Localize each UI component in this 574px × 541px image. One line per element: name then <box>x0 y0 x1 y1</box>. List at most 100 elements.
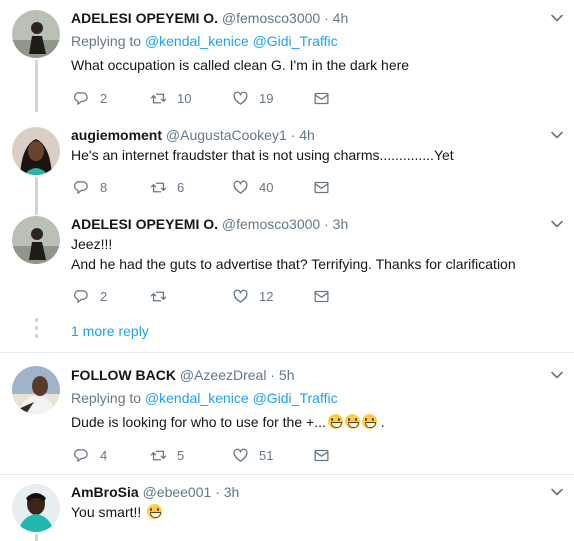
retweet-button[interactable]: 6 <box>150 177 184 197</box>
tweet-header: ADELESI OPEYEMI O. @femosco3000 · 3h <box>71 215 348 233</box>
envelope-icon <box>314 449 329 461</box>
tweet-text-row: Dude is looking for who to use for the +… <box>71 413 385 431</box>
user-handle[interactable]: @AzeezDreal <box>180 367 267 383</box>
tweet-header: ADELESI OPEYEMI O. @femosco3000 · 4h <box>71 9 348 27</box>
separator-dot: · <box>270 367 276 383</box>
reply-count: 2 <box>100 90 108 106</box>
grinning-emoji-icon <box>344 414 360 429</box>
direct-message-button[interactable] <box>313 445 330 465</box>
timestamp[interactable]: 4h <box>333 10 349 26</box>
tweet-text: Dude is looking for who to use for the +… <box>71 414 326 430</box>
reply-count: 4 <box>100 447 108 463</box>
retweet-icon <box>150 450 167 460</box>
reply-count: 2 <box>100 288 108 304</box>
heart-icon <box>233 289 248 303</box>
retweet-count: 6 <box>177 179 185 195</box>
retweet-icon <box>150 182 167 192</box>
chevron-down-icon[interactable] <box>550 217 564 231</box>
direct-message-button[interactable] <box>313 88 330 108</box>
display-name[interactable]: augiemoment <box>71 127 162 143</box>
reply-button[interactable]: 2 <box>73 88 107 108</box>
retweet-button[interactable]: 10 <box>150 88 191 108</box>
separator-dot: · <box>215 484 220 500</box>
timestamp[interactable]: 4h <box>299 127 315 143</box>
reply-icon <box>74 91 88 105</box>
user-handle[interactable]: @femosco3000 <box>222 10 320 26</box>
chevron-down-icon[interactable] <box>550 485 564 499</box>
like-button[interactable]: 51 <box>232 445 273 465</box>
show-more-replies-link[interactable]: 1 more reply <box>71 322 149 340</box>
replying-to: Replying to @kendal_kenice @Gidi_Traffic <box>71 32 338 50</box>
chevron-down-icon[interactable] <box>550 128 564 142</box>
reply-button[interactable]: 4 <box>73 445 107 465</box>
tweet-text: What occupation is called clean G. I'm i… <box>71 57 410 73</box>
replying-to: Replying to @kendal_kenice @Gidi_Traffic <box>71 389 338 407</box>
tweet-actions: 8 6 40 <box>71 177 341 197</box>
like-button[interactable]: 12 <box>232 286 273 306</box>
reply-count: 8 <box>100 179 108 195</box>
reply-icon <box>74 289 88 303</box>
like-button[interactable]: 40 <box>232 177 273 197</box>
timestamp[interactable]: 3h <box>224 484 240 500</box>
timestamp[interactable]: 5h <box>279 367 295 383</box>
heart-icon <box>233 180 248 194</box>
user-handle[interactable]: @femosco3000 <box>222 216 320 232</box>
divider <box>0 474 574 475</box>
grinning-emoji-icon <box>147 504 163 519</box>
tweet-header: augiemoment @AugustaCookey1 · 4h <box>71 126 315 144</box>
avatar[interactable] <box>12 10 60 58</box>
display-name[interactable]: ADELESI OPEYEMI O. <box>71 216 218 232</box>
direct-message-button[interactable] <box>313 286 330 306</box>
mention-link[interactable]: @Gidi_Traffic <box>253 33 338 49</box>
separator-dot: · <box>324 216 329 232</box>
thread-line <box>35 60 38 112</box>
tweet-actions: 2 12 <box>71 286 341 306</box>
tweet-text: He's an internet fraudster that is not u… <box>71 147 454 163</box>
separator-dot: · <box>324 10 329 26</box>
heart-icon <box>233 91 248 105</box>
replying-to-label: Replying to <box>71 390 142 406</box>
mention-link[interactable]: @Gidi_Traffic <box>253 390 338 406</box>
like-count: 12 <box>259 288 274 304</box>
tweet-header: AmBroSia @ebee001 · 3h <box>71 483 239 501</box>
thread-line <box>35 177 38 215</box>
like-count: 40 <box>259 179 274 195</box>
timestamp[interactable]: 3h <box>333 216 349 232</box>
avatar[interactable] <box>12 127 60 175</box>
grinning-emoji-icon <box>361 414 377 429</box>
mention-link[interactable]: @kendal_kenice <box>145 390 249 406</box>
user-handle[interactable]: @AugustaCookey1 <box>166 127 287 143</box>
like-count: 51 <box>259 447 274 463</box>
retweet-button[interactable]: 5 <box>150 445 184 465</box>
display-name[interactable]: AmBroSia <box>71 484 139 500</box>
chevron-down-icon[interactable] <box>550 368 564 382</box>
separator-dot: · <box>290 127 296 143</box>
display-name[interactable]: ADELESI OPEYEMI O. <box>71 10 218 26</box>
tweet-text-suffix: . <box>380 414 385 430</box>
avatar[interactable] <box>12 366 60 414</box>
avatar[interactable] <box>12 216 60 264</box>
reply-button[interactable]: 8 <box>73 177 107 197</box>
divider <box>0 352 574 353</box>
user-handle[interactable]: @ebee001 <box>143 484 212 500</box>
tweet-text-line-1: Jeez!!! <box>71 236 113 252</box>
mention-link[interactable]: @kendal_kenice <box>145 33 249 49</box>
envelope-icon <box>314 181 329 193</box>
like-count: 19 <box>259 90 274 106</box>
direct-message-button[interactable] <box>313 177 330 197</box>
reply-icon <box>74 180 88 194</box>
retweet-count: 5 <box>177 447 185 463</box>
retweet-button[interactable] <box>150 286 177 306</box>
reply-button[interactable]: 2 <box>73 286 107 306</box>
retweet-count: 10 <box>177 90 192 106</box>
retweet-icon <box>150 291 167 301</box>
chevron-down-icon[interactable] <box>550 11 564 25</box>
retweet-icon <box>150 93 167 103</box>
replying-to-label: Replying to <box>71 33 142 49</box>
display-name[interactable]: FOLLOW BACK <box>71 367 176 383</box>
tweet-text-line-2: And he had the guts to advertise that? T… <box>71 256 516 272</box>
tweet-text-row: You smart!! <box>71 503 163 521</box>
tweet-actions: 4 5 51 <box>71 445 341 465</box>
like-button[interactable]: 19 <box>232 88 273 108</box>
avatar[interactable] <box>12 484 60 532</box>
